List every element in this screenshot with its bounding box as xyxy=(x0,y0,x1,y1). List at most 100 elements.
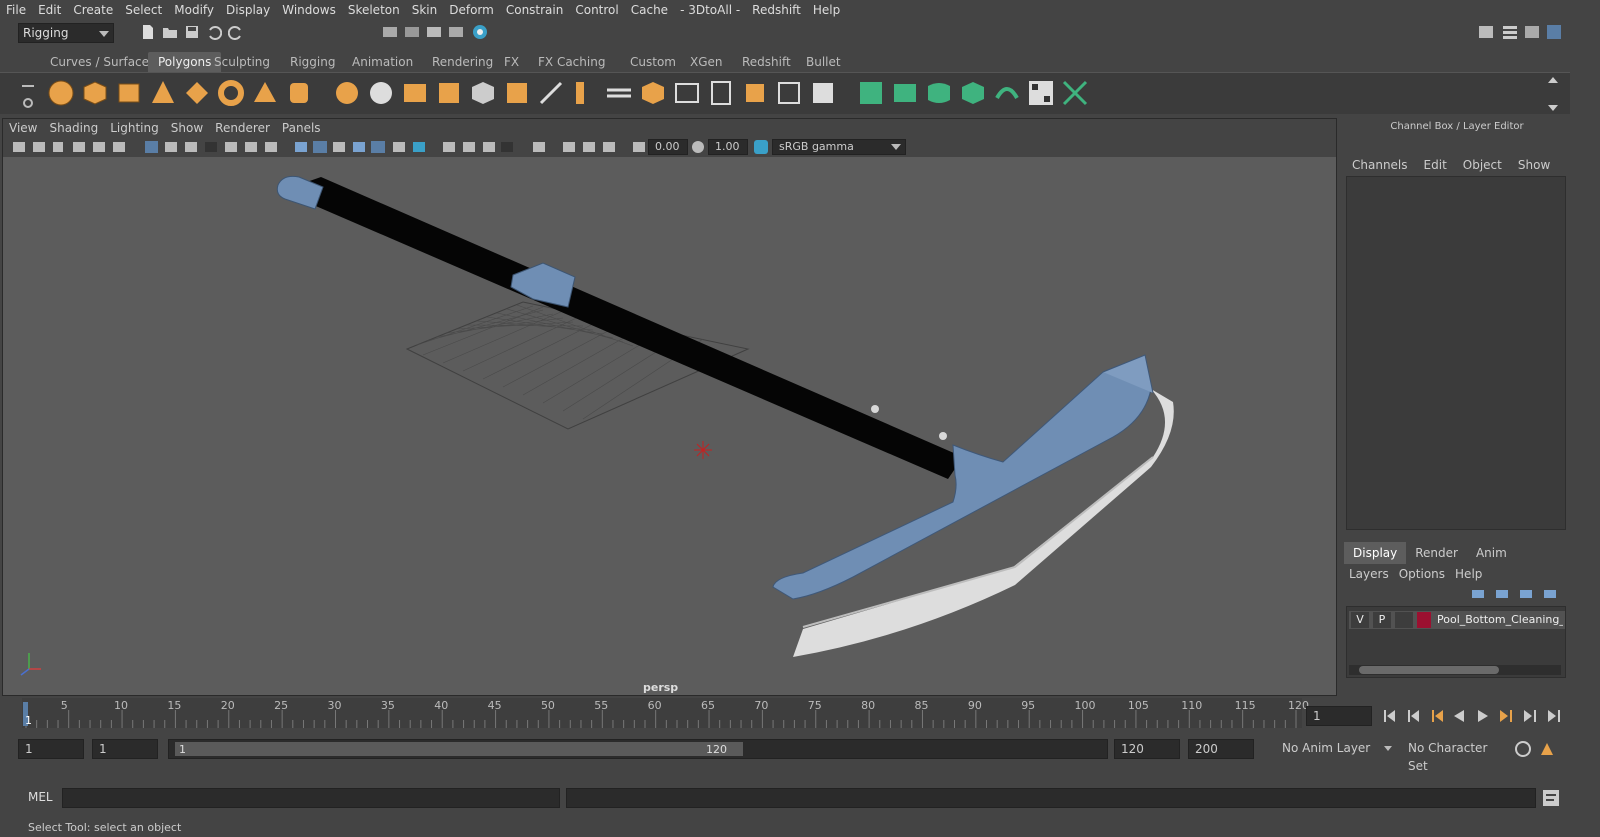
shelf-scroll-icon[interactable] xyxy=(1545,75,1561,113)
range-slider-handle[interactable]: 1 120 xyxy=(175,742,743,756)
collapse-icon[interactable] xyxy=(808,78,838,108)
current-frame-field[interactable]: 1 xyxy=(1306,706,1372,726)
layer-action-icons[interactable] xyxy=(1470,586,1566,602)
playback-start-field[interactable]: 1 xyxy=(92,739,158,759)
scene-start-field[interactable]: 1 xyxy=(18,739,84,759)
modeling-toolkit-icon[interactable] xyxy=(1502,24,1518,40)
gamma-field[interactable]: 1.00 xyxy=(708,139,748,155)
panel-tool-icons[interactable] xyxy=(11,139,651,155)
poly-plane-icon[interactable] xyxy=(182,78,212,108)
cut-uv-edges-icon[interactable] xyxy=(1060,78,1090,108)
playback-end-field[interactable]: 120 xyxy=(1114,739,1180,759)
menu-redshift[interactable]: Redshift xyxy=(746,0,807,20)
merge-icon[interactable] xyxy=(740,78,770,108)
menu-constrain[interactable]: Constrain xyxy=(500,0,570,20)
bridge-icon[interactable] xyxy=(604,78,634,108)
range-slider[interactable]: 1 120 xyxy=(168,739,1108,759)
viewport-menu-panels[interactable]: Panels xyxy=(276,119,327,137)
shelf-tab-xgen[interactable]: XGen xyxy=(680,52,733,72)
menu-modify[interactable]: Modify xyxy=(168,0,220,20)
unfold-icon[interactable] xyxy=(992,78,1022,108)
poly-sphere-icon[interactable] xyxy=(46,78,76,108)
insert-edge-loop-icon[interactable] xyxy=(672,78,702,108)
scrollbar-thumb[interactable] xyxy=(1359,666,1499,674)
shelf-tab-rendering[interactable]: Rendering xyxy=(422,52,503,72)
offset-edge-loop-icon[interactable] xyxy=(706,78,736,108)
menu-3dtoall[interactable]: - 3DtoAll - xyxy=(674,0,746,20)
menu-windows[interactable]: Windows xyxy=(276,0,342,20)
poly-torus-icon[interactable] xyxy=(216,78,246,108)
menu-help[interactable]: Help xyxy=(807,0,846,20)
attribute-editor-icon[interactable] xyxy=(1524,24,1540,40)
layer-row[interactable]: V P Pool_Bottom_Cleaning_B xyxy=(1349,611,1565,629)
layer-menu-layers[interactable]: Layers xyxy=(1344,567,1394,581)
gamma-toggle-icon[interactable] xyxy=(691,139,705,155)
poly-pyramid-icon[interactable] xyxy=(250,78,280,108)
layer-tab-render[interactable]: Render xyxy=(1406,542,1467,564)
shelf-tab-animation[interactable]: Animation xyxy=(342,52,423,72)
menu-deform[interactable]: Deform xyxy=(443,0,500,20)
time-slider[interactable]: 5 10 15 20 25 30 35 40 45 50 55 60 65 70 75 80 85 90 95 100… xyxy=(0,698,1600,730)
channel-box-menu-show[interactable]: Show xyxy=(1510,158,1558,172)
3d-viewport[interactable]: persp xyxy=(3,157,1336,695)
layer-menu-options[interactable]: Options xyxy=(1394,567,1450,581)
render-frame-icon[interactable] xyxy=(382,24,398,40)
render-sequence-icon[interactable] xyxy=(404,24,420,40)
poly-pipe-icon[interactable] xyxy=(284,78,314,108)
scene-end-field[interactable]: 200 xyxy=(1188,739,1254,759)
bevel-icon[interactable] xyxy=(570,78,600,108)
menu-cache[interactable]: Cache xyxy=(625,0,674,20)
viewport-menu-renderer[interactable]: Renderer xyxy=(209,119,276,137)
extract-icon[interactable] xyxy=(400,78,430,108)
menu-control[interactable]: Control xyxy=(569,0,624,20)
checker-map-icon[interactable] xyxy=(1026,78,1056,108)
menu-edit[interactable]: Edit xyxy=(32,0,67,20)
menu-skin[interactable]: Skin xyxy=(406,0,444,20)
mel-command-input[interactable] xyxy=(62,788,560,808)
uv-editor-icon[interactable] xyxy=(856,78,886,108)
character-set-dropdown[interactable]: No Character Set xyxy=(1402,739,1508,773)
save-scene-icon[interactable] xyxy=(184,24,200,40)
script-editor-icon[interactable] xyxy=(1542,789,1560,807)
shelf-options-icon[interactable] xyxy=(20,81,36,111)
channel-list[interactable] xyxy=(1346,176,1566,530)
viewport-menu-shading[interactable]: Shading xyxy=(43,119,104,137)
layer-tab-anim[interactable]: Anim xyxy=(1467,542,1516,564)
shelf-tab-curves-surfaces[interactable]: Curves / Surfaces xyxy=(40,52,165,72)
menu-select[interactable]: Select xyxy=(119,0,168,20)
exposure-field[interactable]: 0.00 xyxy=(648,139,688,155)
shelf-tab-custom[interactable]: Custom xyxy=(620,52,686,72)
planar-projection-icon[interactable] xyxy=(890,78,920,108)
view-transform-dropdown[interactable]: sRGB gamma xyxy=(772,139,906,155)
undo-icon[interactable] xyxy=(206,24,222,40)
layer-menu-help[interactable]: Help xyxy=(1450,567,1487,581)
extrude-icon[interactable] xyxy=(502,78,532,108)
viewport-menu-view[interactable]: View xyxy=(3,119,43,137)
shelf-tab-rigging[interactable]: Rigging xyxy=(280,52,345,72)
layer-list-scrollbar[interactable] xyxy=(1349,665,1561,675)
time-slider-track[interactable]: 5 10 15 20 25 30 35 40 45 50 55 60 65 70 75 80 85 90 95 100… xyxy=(22,698,1309,728)
hypershade-icon[interactable] xyxy=(472,24,488,40)
viewport-menu-show[interactable]: Show xyxy=(165,119,209,137)
menu-create[interactable]: Create xyxy=(67,0,119,20)
anim-layer-dropdown[interactable]: No Anim Layer xyxy=(1276,739,1396,759)
combine-icon[interactable] xyxy=(332,78,362,108)
separate-icon[interactable] xyxy=(366,78,396,108)
layer-tab-display[interactable]: Display xyxy=(1344,542,1407,564)
viewport-menu-lighting[interactable]: Lighting xyxy=(104,119,165,137)
redo-icon[interactable] xyxy=(228,24,244,40)
layer-playback-toggle[interactable]: P xyxy=(1373,612,1391,628)
menu-file[interactable]: File xyxy=(0,0,32,20)
poly-cone-icon[interactable] xyxy=(148,78,178,108)
menu-set-dropdown[interactable]: Rigging xyxy=(18,23,114,43)
shelf-tab-fx-caching[interactable]: FX Caching xyxy=(528,52,615,72)
layer-name[interactable]: Pool_Bottom_Cleaning_B xyxy=(1437,612,1563,628)
channel-box-menu-channels[interactable]: Channels xyxy=(1344,158,1416,172)
auto-key-icon[interactable] xyxy=(1514,740,1532,758)
render-settings-icon[interactable] xyxy=(448,24,464,40)
layer-visibility-toggle[interactable]: V xyxy=(1351,612,1369,628)
workspace-icon[interactable] xyxy=(1478,24,1494,40)
poly-cube-icon[interactable] xyxy=(80,78,110,108)
mirror-icon[interactable] xyxy=(468,78,498,108)
menu-skeleton[interactable]: Skeleton xyxy=(342,0,406,20)
